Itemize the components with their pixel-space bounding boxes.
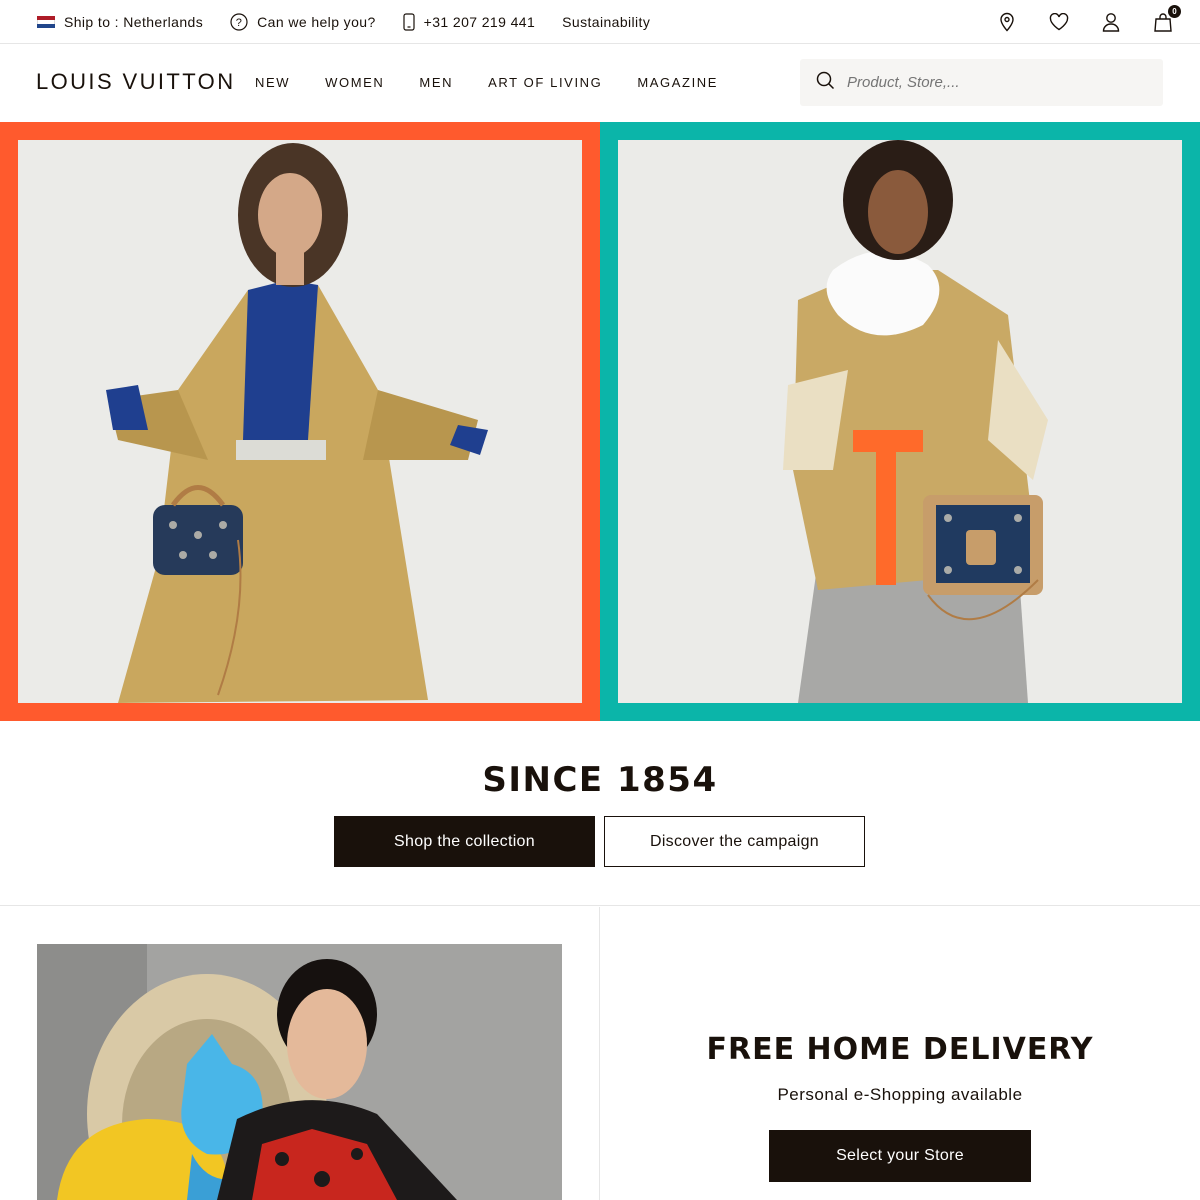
since-title: SINCE 1854 [482,760,718,800]
since-section: SINCE 1854 Shop the collection Discover … [0,722,1200,906]
main-nav: NEW WOMEN MEN ART OF LIVING MAGAZINE [255,45,753,119]
help-icon: ? [230,13,248,31]
utility-bar: Ship to : Netherlands ? Can we help you?… [0,0,1200,44]
bottom-section: FREE HOME DELIVERY Personal e-Shopping a… [0,907,1200,1200]
shopping-bag-icon[interactable]: 0 [1152,5,1181,33]
sustainability-link[interactable]: Sustainability [562,14,650,30]
hero-panel-right[interactable] [600,122,1200,721]
main-header: LOUIS VUITTON NEW WOMEN MEN ART OF LIVIN… [0,45,1200,121]
user-icon[interactable] [1100,11,1122,33]
campaign-photo-left [18,140,582,703]
svg-text:?: ? [236,17,243,29]
utility-left-group: Ship to : Netherlands ? Can we help you?… [37,0,677,44]
sustainability-label: Sustainability [562,14,651,30]
bottom-left-panel [0,907,600,1200]
brand-logo[interactable]: LOUIS VUITTON [36,69,236,95]
nav-art-of-living[interactable]: ART OF LIVING [488,75,602,90]
delivery-subtitle: Personal e-Shopping available [777,1085,1023,1104]
utility-right-group: 0 [966,0,1181,44]
search-icon [816,71,835,95]
nav-new[interactable]: NEW [255,75,290,90]
cart-count-badge: 0 [1168,5,1181,18]
location-pin-icon[interactable] [996,11,1018,33]
shop-collection-button[interactable]: Shop the collection [334,816,595,867]
search-input[interactable] [847,74,1147,91]
ship-to-link[interactable]: Ship to : Netherlands [37,14,203,30]
hero-panel-left[interactable] [0,122,600,721]
search-bar[interactable] [800,59,1163,106]
editorial-photo[interactable] [37,944,562,1200]
campaign-photo-right [618,140,1182,703]
heart-icon[interactable] [1048,11,1070,33]
ship-to-label: Ship to : Netherlands [64,14,204,30]
nav-men[interactable]: MEN [419,75,453,90]
nl-flag-icon [37,16,55,28]
help-link[interactable]: ? Can we help you? [230,13,375,31]
hero-campaign [0,122,1200,721]
phone-link[interactable]: +31 207 219 441 [403,13,536,31]
nav-women[interactable]: WOMEN [325,75,384,90]
nav-magazine[interactable]: MAGAZINE [637,75,718,90]
phone-number: +31 207 219 441 [423,14,536,30]
select-store-button[interactable]: Select your Store [769,1130,1031,1182]
phone-icon [403,13,415,31]
discover-campaign-button[interactable]: Discover the campaign [604,816,865,867]
delivery-title: FREE HOME DELIVERY [706,1032,1094,1067]
help-label: Can we help you? [257,14,376,30]
